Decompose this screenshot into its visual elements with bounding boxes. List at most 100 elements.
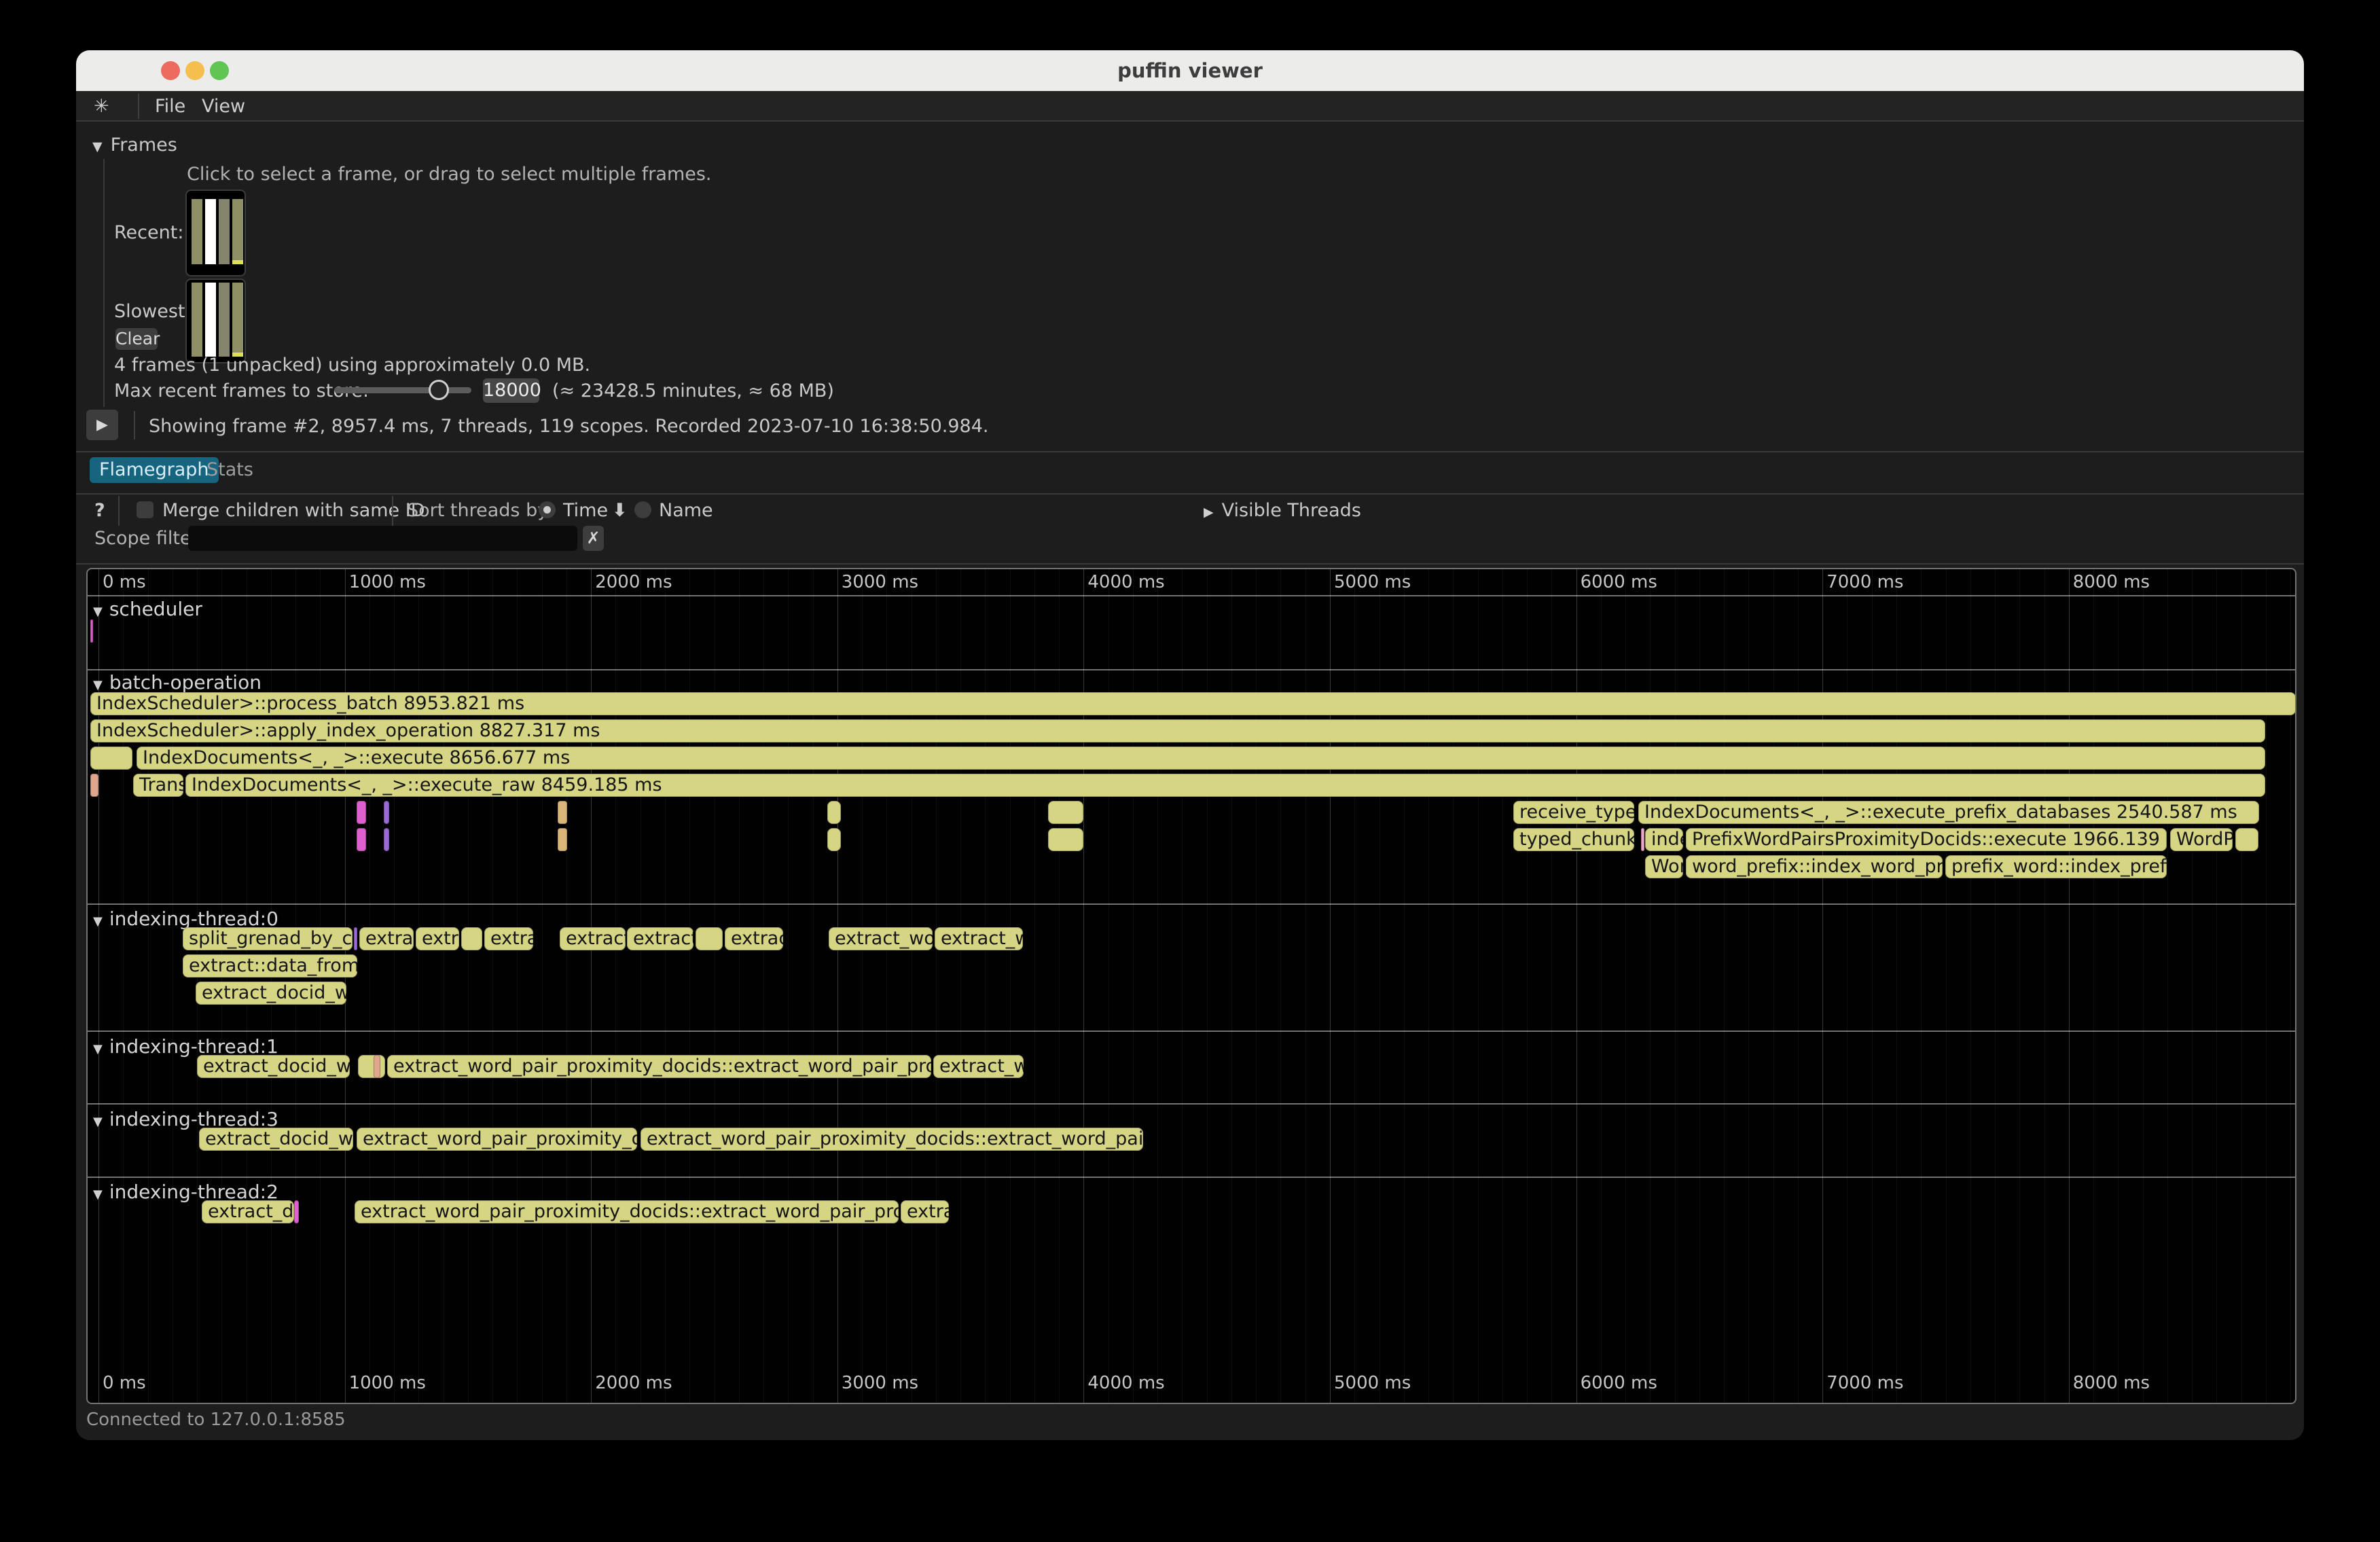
indent-guide bbox=[103, 159, 105, 407]
scope-bar[interactable] bbox=[358, 1055, 385, 1078]
frame-bar[interactable] bbox=[192, 199, 202, 264]
slowest-frames-thumbnail[interactable] bbox=[185, 279, 246, 363]
max-frames-slider[interactable] bbox=[334, 387, 471, 393]
scope-bar[interactable]: IndexDocuments<_, _>::execute 8656.677 m… bbox=[137, 747, 2265, 770]
scope-bar[interactable]: PrefixWordPairsProximityDocids::execute … bbox=[1686, 828, 2167, 851]
clear-button[interactable]: Clear bbox=[115, 328, 158, 350]
scope-bar[interactable] bbox=[354, 927, 357, 950]
scope-bar[interactable] bbox=[1048, 801, 1083, 824]
scope-bar[interactable]: extract_docid_word bbox=[197, 1055, 350, 1078]
scope-bar[interactable] bbox=[1048, 828, 1083, 851]
menu-separator bbox=[138, 94, 139, 119]
section-separator bbox=[76, 451, 2304, 452]
scope-bar[interactable] bbox=[461, 927, 482, 950]
time-tick-label: 6000 ms bbox=[1581, 1373, 1657, 1393]
frame-bar[interactable] bbox=[232, 283, 243, 357]
sort-direction-arrow-icon[interactable]: ⬇ bbox=[612, 500, 628, 522]
scope-bar[interactable] bbox=[357, 828, 366, 851]
thread-separator bbox=[88, 1030, 2295, 1032]
scope-bar[interactable]: extract_word_pair_proximity_docids::extr… bbox=[641, 1128, 1143, 1151]
scope-bar[interactable] bbox=[294, 1200, 299, 1223]
controls-separator bbox=[118, 496, 120, 526]
scope-bar[interactable]: extract::data_from_ob bbox=[183, 954, 357, 978]
scope-bar[interactable]: extract_word_pair_proximity_docids::extr… bbox=[387, 1055, 931, 1078]
play-pause-button[interactable]: ▶ bbox=[86, 410, 118, 440]
recent-frames-thumbnail[interactable] bbox=[185, 190, 246, 276]
scope-bar[interactable]: extract_doc bbox=[202, 1200, 294, 1223]
max-frames-slider-knob[interactable] bbox=[429, 380, 449, 400]
theme-toggle-icon[interactable]: ✳ bbox=[94, 91, 109, 122]
sort-name-radio[interactable] bbox=[634, 501, 651, 518]
scope-bar[interactable]: extract bbox=[725, 927, 783, 950]
scope-bar[interactable]: IndexDocuments<_, _>::execute_raw 8459.1… bbox=[185, 774, 2265, 797]
thread-header[interactable]: ▼scheduler bbox=[93, 598, 202, 620]
thread-separator bbox=[88, 903, 2295, 905]
scope-bar[interactable] bbox=[90, 747, 132, 770]
thread-name: batch-operation bbox=[109, 671, 262, 694]
sort-threads-label: Sort threads by: bbox=[407, 500, 553, 522]
scope-bar[interactable] bbox=[696, 927, 723, 950]
menu-view[interactable]: View bbox=[202, 91, 245, 122]
frame-bar[interactable] bbox=[219, 199, 230, 264]
scope-bar[interactable]: IndexScheduler>::process_batch 8953.821 … bbox=[90, 692, 2296, 715]
collapse-triangle-icon: ▼ bbox=[93, 678, 103, 692]
scope-bar[interactable]: extract_docid_word bbox=[199, 1128, 353, 1151]
scope-bar[interactable]: Trans bbox=[133, 774, 183, 797]
scope-bar[interactable] bbox=[384, 801, 389, 824]
scope-bar[interactable] bbox=[90, 774, 98, 797]
scope-bar[interactable]: IndexDocuments<_, _>::execute_prefix_dat… bbox=[1638, 801, 2259, 824]
max-frames-value[interactable]: 18000 bbox=[483, 378, 539, 403]
scope-bar[interactable]: extract_w bbox=[627, 927, 693, 950]
tab-stats[interactable]: Stats bbox=[197, 457, 263, 483]
scope-bar[interactable]: word_prefix::index_word_prefix_ bbox=[1686, 855, 1943, 878]
scope-bar[interactable]: extract_docid_word bbox=[196, 982, 346, 1005]
scope-bar[interactable]: index bbox=[1645, 828, 1683, 851]
scope-bar[interactable] bbox=[558, 801, 567, 824]
app-window: puffin viewer ✳ File View ▼Frames Click … bbox=[76, 50, 2304, 1440]
scope-bar[interactable]: extrac bbox=[484, 927, 533, 950]
frame-bar[interactable] bbox=[232, 199, 243, 264]
merge-children-checkbox[interactable] bbox=[137, 501, 154, 518]
scope-bar[interactable]: receive_typed_ bbox=[1513, 801, 1634, 824]
clear-filter-button[interactable]: ✗ bbox=[583, 526, 604, 551]
flamegraph-canvas[interactable]: 0 ms0 ms1000 ms1000 ms2000 ms2000 ms3000… bbox=[86, 568, 2296, 1404]
frame-bar[interactable] bbox=[205, 283, 216, 357]
time-tick-label: 4000 ms bbox=[1087, 1373, 1164, 1393]
visible-threads-header[interactable]: ▶Visible Threads bbox=[1204, 500, 1361, 523]
scope-bar[interactable]: IndexScheduler>::apply_index_operation 8… bbox=[90, 719, 2265, 742]
help-button[interactable]: ? bbox=[94, 500, 105, 522]
scope-bar[interactable]: split_grenad_by_chun bbox=[183, 927, 353, 950]
sort-time-radio[interactable] bbox=[539, 501, 556, 518]
scope-bar[interactable] bbox=[827, 828, 841, 851]
thread-header[interactable]: ▼ batch-operation bbox=[93, 671, 262, 694]
scope-bar[interactable] bbox=[374, 1055, 380, 1078]
frame-bar[interactable] bbox=[219, 283, 230, 357]
scope-bar[interactable]: extract_word bbox=[829, 927, 933, 950]
scope-bar[interactable]: extra bbox=[416, 927, 459, 950]
scope-bar[interactable] bbox=[2235, 828, 2258, 851]
scope-bar[interactable]: extract_wo bbox=[935, 927, 1023, 950]
menu-file[interactable]: File bbox=[155, 91, 185, 122]
scope-bar[interactable] bbox=[90, 620, 93, 643]
frame-bar[interactable] bbox=[192, 283, 202, 357]
scope-bar[interactable]: extract_wo bbox=[933, 1055, 1024, 1078]
scope-bar[interactable] bbox=[384, 828, 389, 851]
scope-bar[interactable]: extract_word_pair_proximity_docids bbox=[357, 1128, 637, 1151]
scope-bar[interactable]: extract bbox=[359, 927, 414, 950]
scope-bar[interactable] bbox=[827, 801, 841, 824]
scope-filter-input[interactable] bbox=[188, 526, 577, 551]
scope-bar[interactable]: Word bbox=[1645, 855, 1683, 878]
scope-bar[interactable] bbox=[558, 828, 567, 851]
frame-bar[interactable] bbox=[205, 199, 216, 264]
frames-section-header[interactable]: ▼Frames bbox=[92, 135, 177, 158]
time-tick-label: 6000 ms bbox=[1581, 572, 1657, 592]
scope-bar[interactable] bbox=[1641, 828, 1644, 851]
scope-bar[interactable]: extrac bbox=[901, 1200, 949, 1223]
scope-bar[interactable]: extract_word_pair_proximity_docids::extr… bbox=[355, 1200, 899, 1223]
scope-bar[interactable]: WordPr bbox=[2170, 828, 2233, 851]
scope-bar[interactable]: typed_chunk::w bbox=[1513, 828, 1634, 851]
scope-bar[interactable]: prefix_word::index_prefix_wo bbox=[1945, 855, 2167, 878]
scope-bar[interactable] bbox=[357, 801, 366, 824]
time-tick-label: 3000 ms bbox=[842, 1373, 918, 1393]
scope-bar[interactable]: extract_ bbox=[560, 927, 626, 950]
